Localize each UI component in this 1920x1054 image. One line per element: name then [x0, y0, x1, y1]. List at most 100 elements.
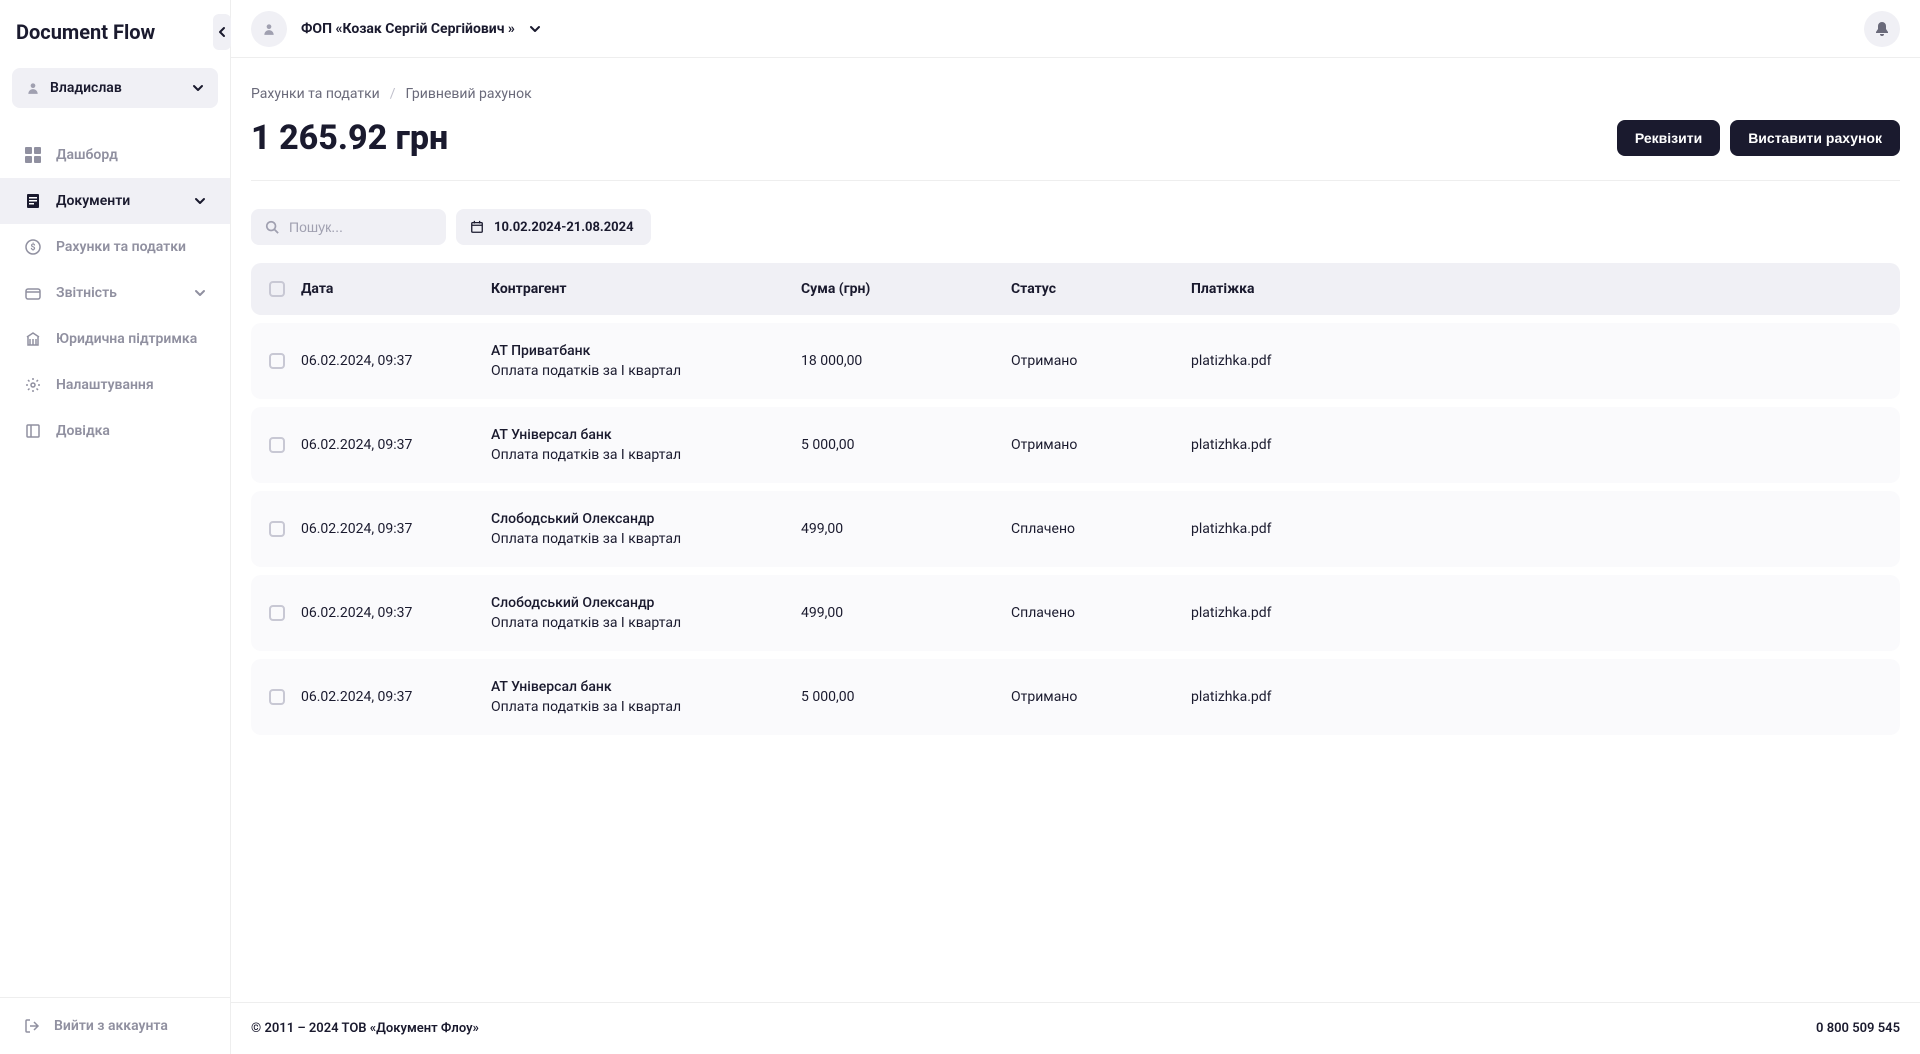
search-icon — [265, 220, 279, 234]
date-range-text: 10.02.2024-21.08.2024 — [494, 220, 634, 235]
cell-status: Сплачено — [1011, 521, 1191, 537]
cell-sum: 499,00 — [801, 521, 1011, 537]
main: ФОП «Козак Сергій Сергійович » Рахунки т… — [231, 0, 1920, 1054]
cell-counterparty-name: Слободський Олександр — [491, 595, 801, 611]
dashboard-icon — [24, 146, 42, 164]
org-name: ФОП «Козак Сергій Сергійович » — [301, 21, 515, 37]
cell-sum: 18 000,00 — [801, 353, 1011, 369]
cell-sum: 5 000,00 — [801, 689, 1011, 705]
document-icon — [24, 192, 42, 210]
transactions-table: Дата Контрагент Сума (грн) Статус Платіж… — [251, 263, 1900, 735]
nav-label: Звітність — [56, 285, 180, 301]
table-header: Дата Контрагент Сума (грн) Статус Платіж… — [251, 263, 1900, 315]
chevron-down-icon — [194, 197, 206, 205]
sidebar-collapse-button[interactable] — [213, 14, 231, 50]
cell-counterparty-name: АТ Універсал банк — [491, 679, 801, 695]
app-logo: Document Flow — [16, 20, 155, 44]
breadcrumb-separator: / — [390, 86, 396, 102]
sidebar: Document Flow Владислав — [0, 0, 231, 1054]
filters: 10.02.2024-21.08.2024 — [251, 209, 1900, 245]
cell-date: 06.02.2024, 09:37 — [301, 353, 491, 369]
chevron-down-icon — [529, 25, 541, 33]
nav-item-legal[interactable]: Юридична підтримка — [0, 316, 230, 362]
nav-item-accounts-taxes[interactable]: $ Рахунки та податки — [0, 224, 230, 270]
logout-label: Вийти з аккаунта — [54, 1018, 168, 1034]
cell-file-link[interactable]: platizhka.pdf — [1191, 689, 1882, 705]
notifications-button[interactable] — [1864, 11, 1900, 47]
requisites-button[interactable]: Реквізити — [1617, 120, 1720, 156]
user-selector[interactable]: Владислав — [12, 68, 218, 108]
cell-status: Сплачено — [1011, 605, 1191, 621]
chevron-left-icon — [218, 26, 226, 38]
cell-counterparty-desc: Оплата податків за І квартал — [491, 363, 801, 379]
cell-file-link[interactable]: platizhka.pdf — [1191, 437, 1882, 453]
nav-label: Довідка — [56, 423, 206, 439]
row-checkbox[interactable] — [269, 689, 285, 705]
table-row[interactable]: 06.02.2024, 09:37 АТ Універсал банк Опла… — [251, 659, 1900, 735]
nav-item-dashboard[interactable]: Дашборд — [0, 132, 230, 178]
date-range-picker[interactable]: 10.02.2024-21.08.2024 — [456, 209, 651, 245]
cell-counterparty-desc: Оплата податків за І квартал — [491, 699, 801, 715]
logout-button[interactable]: Вийти з аккаунта — [0, 998, 230, 1054]
invoice-button[interactable]: Виставити рахунок — [1730, 120, 1900, 156]
topbar: ФОП «Козак Сергій Сергійович » — [231, 0, 1920, 58]
cell-counterparty-name: АТ Універсал банк — [491, 427, 801, 443]
nav-item-help[interactable]: Довідка — [0, 408, 230, 454]
column-header-date: Дата — [301, 281, 491, 297]
cell-status: Отримано — [1011, 353, 1191, 369]
table-row[interactable]: 06.02.2024, 09:37 АТ Універсал банк Опла… — [251, 407, 1900, 483]
nav: Дашборд Документи $ Рахунки та податки — [0, 132, 230, 997]
footer-phone: 0 800 509 545 — [1816, 1021, 1900, 1036]
select-all-checkbox[interactable] — [269, 281, 285, 297]
nav-label: Документи — [56, 193, 180, 209]
divider — [251, 180, 1900, 181]
nav-item-documents[interactable]: Документи — [0, 178, 230, 224]
cell-date: 06.02.2024, 09:37 — [301, 689, 491, 705]
cell-counterparty-desc: Оплата податків за І квартал — [491, 615, 801, 631]
bell-icon — [1874, 21, 1890, 37]
cell-status: Отримано — [1011, 689, 1191, 705]
logout-icon — [24, 1018, 40, 1034]
row-checkbox[interactable] — [269, 521, 285, 537]
chevron-down-icon — [194, 289, 206, 297]
user-icon — [262, 22, 276, 36]
cell-file-link[interactable]: platizhka.pdf — [1191, 521, 1882, 537]
copyright: © 2011 – 2024 ТОВ «Документ Флоу» — [251, 1021, 479, 1036]
svg-text:$: $ — [30, 242, 35, 253]
nav-item-settings[interactable]: Налаштування — [0, 362, 230, 408]
breadcrumb: Рахунки та податки / Гривневий рахунок — [251, 86, 1900, 102]
row-checkbox[interactable] — [269, 353, 285, 369]
breadcrumb-current: Гривневий рахунок — [406, 86, 532, 102]
building-icon — [24, 330, 42, 348]
search-box[interactable] — [251, 209, 446, 245]
breadcrumb-link[interactable]: Рахунки та податки — [251, 86, 380, 102]
calendar-icon — [470, 220, 484, 234]
table-row[interactable]: 06.02.2024, 09:37 АТ Приватбанк Оплата п… — [251, 323, 1900, 399]
cell-date: 06.02.2024, 09:37 — [301, 521, 491, 537]
search-input[interactable] — [289, 219, 432, 235]
nav-label: Юридична підтримка — [56, 331, 206, 347]
user-icon — [26, 81, 40, 95]
column-header-sum: Сума (грн) — [801, 281, 1011, 297]
wallet-icon — [24, 284, 42, 302]
cell-counterparty-name: Слободський Олександр — [491, 511, 801, 527]
org-selector[interactable]: ФОП «Козак Сергій Сергійович » — [301, 21, 541, 37]
gear-icon — [24, 376, 42, 394]
money-icon: $ — [24, 238, 42, 256]
cell-date: 06.02.2024, 09:37 — [301, 605, 491, 621]
cell-counterparty-name: АТ Приватбанк — [491, 343, 801, 359]
nav-label: Дашборд — [56, 147, 206, 163]
row-checkbox[interactable] — [269, 437, 285, 453]
nav-label: Налаштування — [56, 377, 206, 393]
cell-sum: 499,00 — [801, 605, 1011, 621]
table-row[interactable]: 06.02.2024, 09:37 Слободський Олександр … — [251, 491, 1900, 567]
row-checkbox[interactable] — [269, 605, 285, 621]
cell-file-link[interactable]: platizhka.pdf — [1191, 353, 1882, 369]
cell-file-link[interactable]: platizhka.pdf — [1191, 605, 1882, 621]
column-header-status: Статус — [1011, 281, 1191, 297]
cell-counterparty-desc: Оплата податків за І квартал — [491, 531, 801, 547]
org-avatar — [251, 11, 287, 47]
chevron-down-icon — [192, 84, 204, 92]
table-row[interactable]: 06.02.2024, 09:37 Слободський Олександр … — [251, 575, 1900, 651]
nav-item-reports[interactable]: Звітність — [0, 270, 230, 316]
